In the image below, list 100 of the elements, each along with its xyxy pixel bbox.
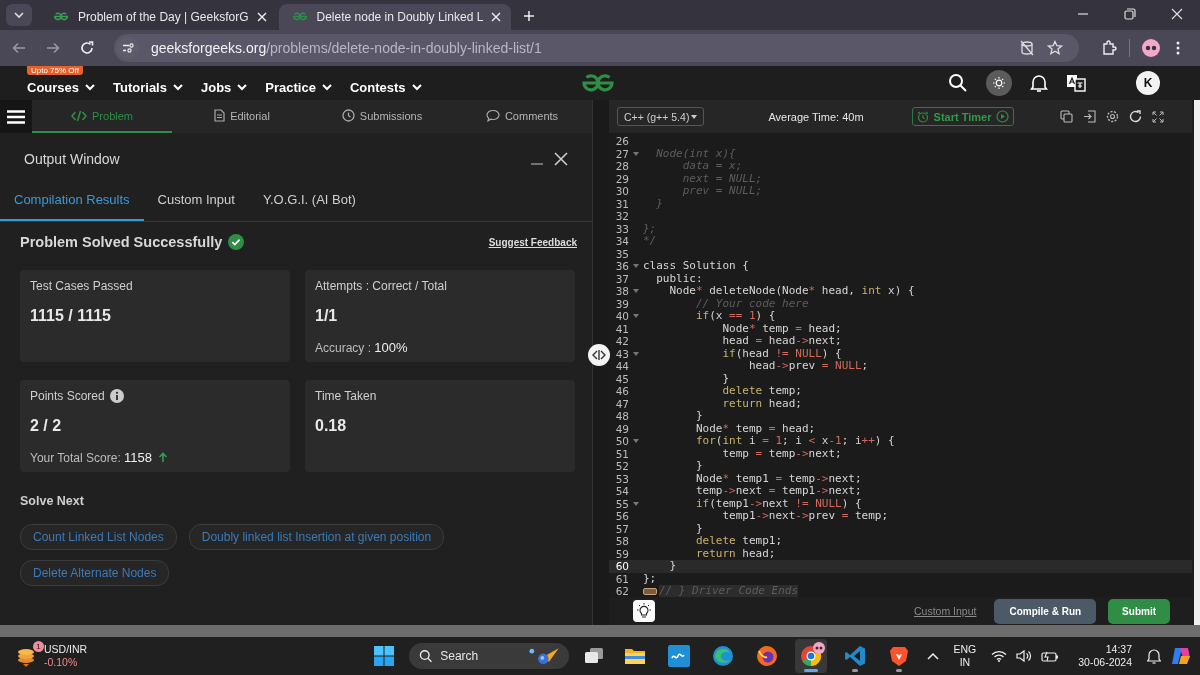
import-icon[interactable] xyxy=(1083,110,1096,123)
search-icon[interactable] xyxy=(948,73,968,93)
start-icon[interactable] xyxy=(373,646,394,666)
search-input[interactable]: Search xyxy=(438,648,523,664)
line-number: 42 xyxy=(614,335,629,348)
restore-icon[interactable] xyxy=(1124,8,1136,20)
problem-tab[interactable]: Submissions xyxy=(312,100,452,133)
task-view-icon[interactable] xyxy=(583,647,604,665)
close-icon[interactable] xyxy=(554,152,568,166)
code-line: if(x == 1) { xyxy=(694,310,776,323)
code-line: delete temp; xyxy=(721,385,802,398)
language-select[interactable]: C++ (g++ 5.4) xyxy=(617,107,705,126)
menu-icon[interactable] xyxy=(1176,40,1180,56)
clock-time[interactable]: 14:37 xyxy=(1105,643,1132,656)
fold-icon[interactable] xyxy=(633,351,639,356)
output-tab[interactable]: Y.O.G.I. (AI Bot) xyxy=(248,181,370,221)
back-icon[interactable] xyxy=(12,42,26,54)
problem-tab[interactable]: Editorial xyxy=(172,100,312,133)
taskbar-button[interactable] xyxy=(794,639,827,673)
notification-icon[interactable] xyxy=(1147,648,1161,664)
address-bar[interactable]: geeksforgeeks.org/problems/delete-node-in-doubly-linked-list/1 xyxy=(114,34,1079,62)
chevron-up-icon[interactable] xyxy=(926,652,939,660)
code-line: Node* deleteNode(Node* head, int x) { xyxy=(668,285,915,298)
theme-toggle[interactable] xyxy=(986,70,1012,96)
nav-link[interactable]: Contests xyxy=(349,79,423,95)
nav-link[interactable]: Tutorials xyxy=(113,79,184,95)
reset-icon[interactable] xyxy=(1129,110,1142,123)
input-language[interactable]: ENG xyxy=(953,643,977,656)
volume-icon[interactable] xyxy=(1016,649,1033,663)
copilot-icon[interactable] xyxy=(1170,645,1192,667)
code-line: public: xyxy=(655,272,703,285)
chevron-down-icon xyxy=(13,10,25,20)
problem-tab[interactable]: Comments xyxy=(452,100,592,133)
search-field[interactable]: Search xyxy=(408,643,569,669)
browser-tab[interactable]: Delete node in Doubly Linked L xyxy=(278,4,512,30)
code-line: Node(int x){ xyxy=(655,147,736,160)
line-number: 39 xyxy=(614,297,629,310)
code-line: Node* temp = head; xyxy=(694,422,816,435)
nav-link[interactable]: Jobs xyxy=(200,79,249,95)
fold-icon[interactable] xyxy=(633,439,639,444)
stat-value: 1/1 xyxy=(315,307,339,325)
sun-icon xyxy=(992,76,1006,90)
logo-icon xyxy=(52,12,70,22)
line-number: 38 xyxy=(614,285,629,298)
visibility-off-icon[interactable] xyxy=(1019,40,1035,56)
reload-icon[interactable] xyxy=(80,41,94,55)
code-line: if(temp1->next != NULL) { xyxy=(694,497,862,510)
fold-icon[interactable] xyxy=(633,501,639,506)
output-tab[interactable]: Custom Input xyxy=(143,181,249,221)
line-number: 35 xyxy=(614,247,629,260)
bell-icon[interactable] xyxy=(1030,73,1048,93)
close-icon[interactable] xyxy=(1171,8,1183,20)
user-avatar[interactable]: K xyxy=(1136,71,1160,95)
info-icon[interactable] xyxy=(109,389,124,403)
nav-link[interactable]: Courses xyxy=(27,79,97,95)
plus-icon[interactable] xyxy=(523,10,536,22)
profile-avatar[interactable] xyxy=(1142,39,1160,57)
star-icon[interactable] xyxy=(1047,40,1063,56)
fold-icon[interactable] xyxy=(633,289,639,294)
horizontal-scrollbar[interactable] xyxy=(0,625,1200,637)
line-number: 55 xyxy=(614,497,629,510)
fullscreen-icon[interactable] xyxy=(1152,110,1164,123)
nav-link[interactable]: Practice xyxy=(265,79,333,95)
forward-icon[interactable] xyxy=(46,42,60,54)
vertical-scrollbar[interactable] xyxy=(1194,100,1200,625)
stat-value: 1115 / 1115 xyxy=(30,307,112,325)
line-number: 41 xyxy=(614,322,629,335)
copy-icon[interactable] xyxy=(1060,110,1073,123)
line-number: 47 xyxy=(614,397,629,410)
stat-label: Test Cases Passed xyxy=(30,279,133,293)
stat-label: Points Scored xyxy=(30,389,105,403)
fold-icon[interactable] xyxy=(633,151,639,156)
line-number: 29 xyxy=(614,172,629,185)
tab-list-button[interactable] xyxy=(6,4,32,26)
menu-button[interactable] xyxy=(0,100,32,133)
translate-icon[interactable] xyxy=(1066,74,1086,92)
battery-icon[interactable] xyxy=(1041,650,1060,662)
fold-marker-icon[interactable] xyxy=(643,587,657,595)
line-number: 56 xyxy=(614,510,629,523)
feedback-link[interactable]: Suggest Feedback xyxy=(488,236,577,248)
fold-icon[interactable] xyxy=(633,264,639,269)
code-line: // Your code here xyxy=(694,297,809,310)
code-line: temp->next = temp1->next; xyxy=(694,485,862,498)
input-region[interactable]: IN xyxy=(959,656,971,669)
output-tab[interactable]: Compilation Results xyxy=(0,181,144,221)
code-line: delete temp1; xyxy=(694,535,783,548)
extension-icon[interactable] xyxy=(1101,40,1117,56)
custom-input-link[interactable]: Custom Input xyxy=(914,605,977,617)
browser-tab[interactable]: Problem of the Day | GeeksforG xyxy=(40,4,277,30)
settings-icon[interactable] xyxy=(1106,110,1119,123)
url-text[interactable]: geeksforgeeks.org/problems/delete-node-in-doubly-linked-list/1 xyxy=(151,40,542,56)
clock-date[interactable]: 30-06-2024 xyxy=(1078,656,1132,669)
submit-button[interactable]: Submit xyxy=(1108,598,1170,624)
wifi-icon[interactable] xyxy=(991,650,1008,662)
line-number: 40 xyxy=(614,310,629,323)
fold-icon[interactable] xyxy=(633,314,639,319)
compile-run-button[interactable]: Compile & Run xyxy=(994,598,1097,624)
lightbulb-icon[interactable] xyxy=(633,600,655,622)
start-timer-button[interactable]: Start Timer xyxy=(911,107,1015,126)
app-tile-icon xyxy=(667,645,690,667)
